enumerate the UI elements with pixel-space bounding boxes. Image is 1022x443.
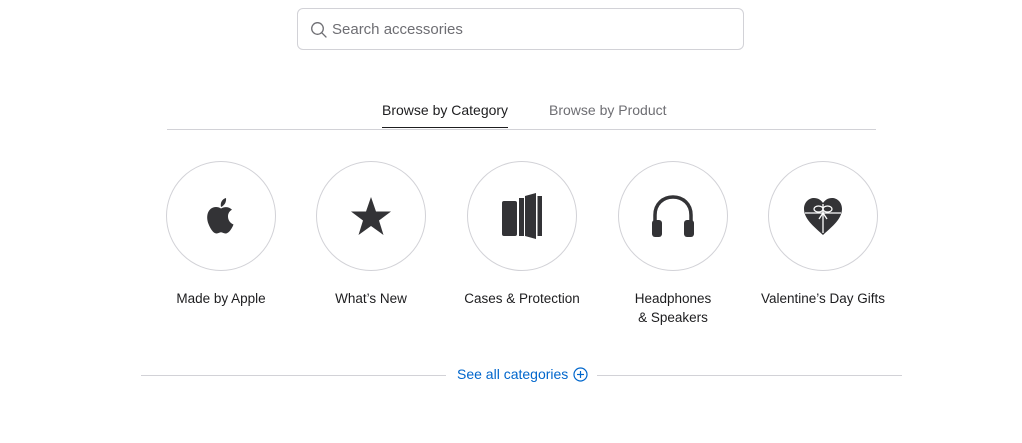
search-icon [311,22,327,38]
category-circle [768,161,878,271]
category-valentines-day-gifts[interactable]: Valentine’s Day Gifts [748,161,898,308]
category-label: Valentine’s Day Gifts [760,291,886,306]
category-cases-protection[interactable]: Cases & Protection [447,161,597,308]
headphones-icon [652,195,694,237]
category-headphones-speakers[interactable]: Headphones & Speakers [598,161,748,327]
category-circle [166,161,276,271]
plus-circle-icon [573,366,588,382]
star-icon [351,197,391,235]
search-input[interactable] [332,9,732,49]
category-circle [316,161,426,271]
divider-left [141,375,446,376]
gift-heart-icon [804,198,842,235]
divider-right [597,375,902,376]
category-circle [467,161,577,271]
category-circle [618,161,728,271]
category-label: Headphones & Speakers [634,291,712,325]
cases-icon [502,193,542,239]
category-whats-new[interactable]: What’s New [296,161,446,308]
see-all-categories-link[interactable]: See all categories [457,366,588,382]
tab-browse-by-product[interactable]: Browse by Product [549,102,667,127]
search-field[interactable] [297,8,744,50]
category-label: Cases & Protection [464,291,580,306]
category-label: Made by Apple [176,291,266,306]
tab-browse-by-category[interactable]: Browse by Category [382,102,509,128]
tabs-divider [167,129,876,130]
category-label: What’s New [335,291,407,306]
apple-icon [207,198,234,234]
see-all-label: See all categories [457,366,569,382]
category-made-by-apple[interactable]: Made by Apple [146,161,296,308]
